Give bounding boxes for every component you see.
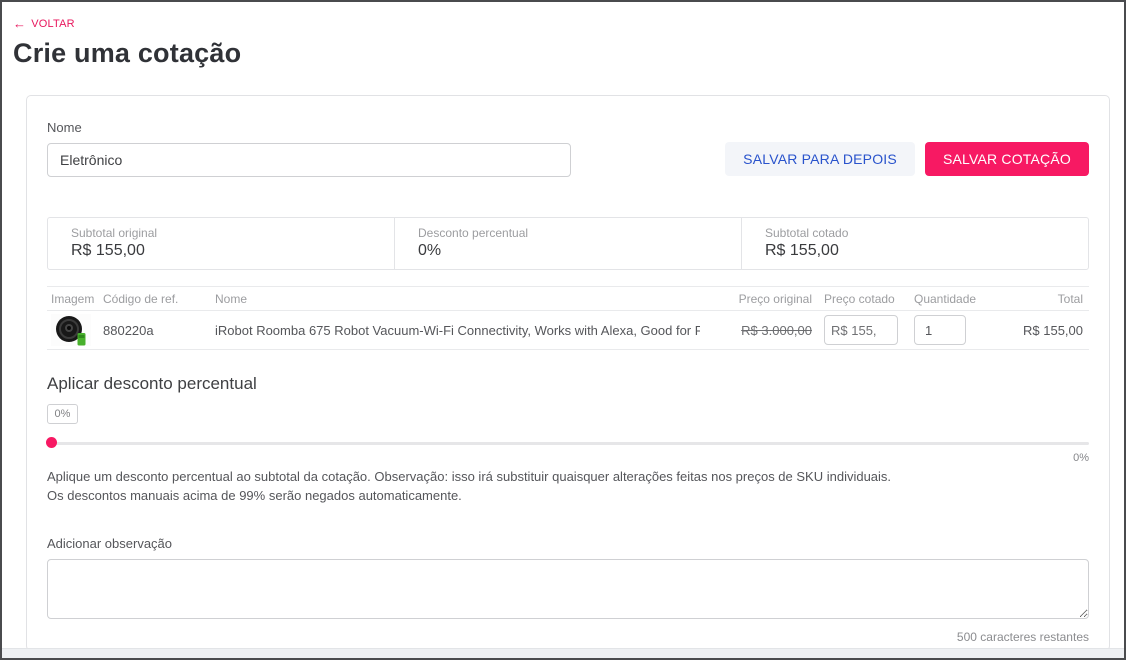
product-image xyxy=(51,314,91,346)
table-row: 880220a iRobot Roomba 675 Robot Vacuum-W… xyxy=(47,311,1089,350)
back-arrow-icon: ← xyxy=(13,18,26,29)
original-price-cell: R$ 3.000,00 xyxy=(712,323,812,338)
summary-quoted-subtotal: Subtotal cotado R$ 155,00 xyxy=(741,218,1088,269)
quantity-cell xyxy=(914,315,976,345)
row-total-cell: R$ 155,00 xyxy=(988,323,1083,338)
header-ref-code: Código de ref. xyxy=(103,292,203,306)
name-input[interactable] xyxy=(47,143,571,177)
discount-description: Aplique um desconto percentual ao subtot… xyxy=(47,468,1089,506)
product-image-cell xyxy=(51,314,91,346)
name-field-label: Nome xyxy=(47,120,571,135)
summary-label: Subtotal cotado xyxy=(765,226,1065,240)
action-buttons: SALVAR PARA DEPOIS SALVAR COTAÇÃO xyxy=(725,142,1089,176)
save-quote-button[interactable]: SALVAR COTAÇÃO xyxy=(925,142,1089,176)
back-link-label: VOLTAR xyxy=(31,18,75,30)
observation-label: Adicionar observação xyxy=(47,536,1089,551)
discount-description-line2: Os descontos manuais acima de 99% serão … xyxy=(47,487,1089,506)
summary-value: R$ 155,00 xyxy=(71,242,371,260)
discount-section-title: Aplicar desconto percentual xyxy=(47,374,1089,394)
discount-section: Aplicar desconto percentual 0% Aplique u… xyxy=(47,374,1089,506)
back-link[interactable]: ← VOLTAR xyxy=(13,18,75,30)
page-title: Crie uma cotação xyxy=(13,38,1112,69)
original-price-struck: R$ 3.000,00 xyxy=(741,323,812,338)
header-image: Imagem xyxy=(51,292,91,306)
observation-textarea[interactable] xyxy=(47,559,1089,619)
summary-original-subtotal: Subtotal original R$ 155,00 xyxy=(48,218,394,269)
table-header-row: Imagem Código de ref. Nome Preço origina… xyxy=(47,286,1089,311)
discount-slider-thumb[interactable] xyxy=(46,437,57,448)
characters-remaining: 500 caracteres restantes xyxy=(47,630,1089,644)
discount-slider-track[interactable] xyxy=(47,442,1089,445)
summary-value: 0% xyxy=(418,242,718,260)
discount-percent-input[interactable] xyxy=(47,404,78,424)
quoted-price-cell xyxy=(824,315,902,345)
header-quantity: Quantidade xyxy=(914,292,976,306)
header-total: Total xyxy=(988,292,1083,306)
quote-card: Nome SALVAR PARA DEPOIS SALVAR COTAÇÃO S… xyxy=(26,95,1110,651)
quantity-input[interactable] xyxy=(914,315,966,345)
discount-slider-value: 0% xyxy=(47,452,1089,464)
name-and-actions-row: Nome SALVAR PARA DEPOIS SALVAR COTAÇÃO xyxy=(47,120,1089,177)
summary-value: R$ 155,00 xyxy=(765,242,1065,260)
header-original-price: Preço original xyxy=(712,292,812,306)
ref-code-cell: 880220a xyxy=(103,323,203,338)
items-table: Imagem Código de ref. Nome Preço origina… xyxy=(47,286,1089,350)
footer-strip xyxy=(2,648,1124,658)
save-for-later-button[interactable]: SALVAR PARA DEPOIS xyxy=(725,142,915,176)
name-field-group: Nome xyxy=(47,120,571,177)
product-name-cell: iRobot Roomba 675 Robot Vacuum-Wi-Fi Con… xyxy=(215,323,700,338)
quoted-price-input[interactable] xyxy=(824,315,898,345)
summary-label: Subtotal original xyxy=(71,226,371,240)
quote-creation-page: ← VOLTAR Crie uma cotação Nome SALVAR PA… xyxy=(0,0,1126,660)
header-name: Nome xyxy=(215,292,700,306)
observation-section: Adicionar observação 500 caracteres rest… xyxy=(47,536,1089,644)
summary-label: Desconto percentual xyxy=(418,226,718,240)
page-header: ← VOLTAR Crie uma cotação xyxy=(2,2,1124,69)
discount-slider xyxy=(47,437,1089,449)
summary-discount-percent: Desconto percentual 0% xyxy=(394,218,741,269)
header-quoted-price: Preço cotado xyxy=(824,292,902,306)
summary-bar: Subtotal original R$ 155,00 Desconto per… xyxy=(47,217,1089,270)
discount-description-line1: Aplique um desconto percentual ao subtot… xyxy=(47,468,1089,487)
